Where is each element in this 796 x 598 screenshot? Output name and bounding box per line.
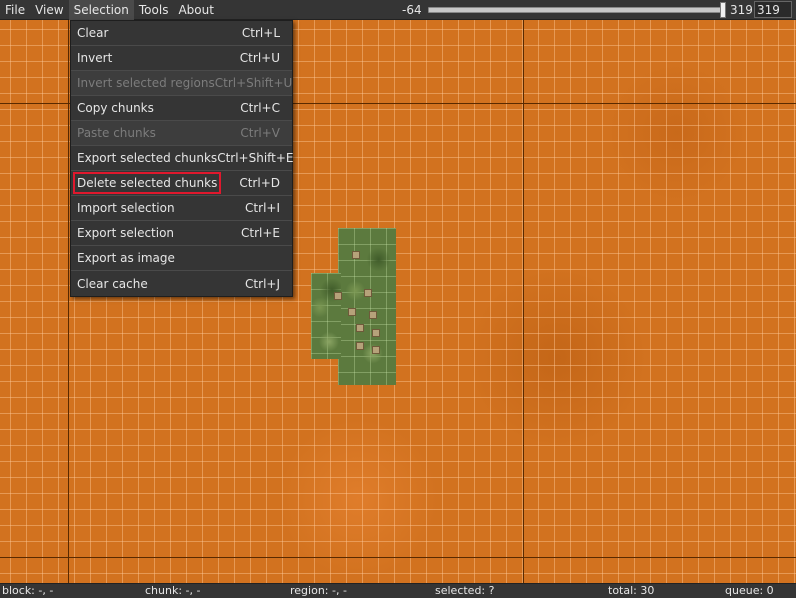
y-max-label: 319: [730, 3, 753, 17]
menu-item-invert[interactable]: Invert Ctrl+U: [71, 46, 292, 71]
structure-icon: [348, 308, 356, 316]
menu-item-shortcut: Ctrl+I: [245, 201, 280, 215]
menu-item-invert-selected-regions: Invert selected regions Ctrl+Shift+U: [71, 71, 292, 96]
menu-item-copy-chunks[interactable]: Copy chunks Ctrl+C: [71, 96, 292, 121]
menu-item-shortcut: Ctrl+J: [245, 276, 280, 291]
menu-item-label: Export selected chunks: [77, 151, 218, 165]
status-region: region: -, -: [290, 584, 347, 597]
menu-item-shortcut: Ctrl+E: [241, 226, 280, 240]
menu-file[interactable]: File: [0, 0, 30, 20]
menu-selection[interactable]: Selection: [68, 0, 134, 20]
menu-item-label: Copy chunks: [77, 101, 154, 115]
top-bar: File View Selection Tools About -64 319: [0, 0, 796, 20]
menu-item-clear[interactable]: Clear Ctrl+L: [71, 21, 292, 46]
menu-item-export-as-image[interactable]: Export as image: [71, 246, 292, 271]
menu-item-label: Export selection: [77, 226, 175, 240]
status-selected: selected: ?: [435, 584, 495, 597]
structure-icon: [356, 342, 364, 350]
y-min-label: -64: [402, 3, 422, 17]
structure-icon: [372, 346, 380, 354]
slider-handle[interactable]: [720, 2, 726, 18]
menu-item-label: Clear: [77, 26, 109, 40]
status-chunk: chunk: -, -: [145, 584, 201, 597]
y-level-input[interactable]: [754, 1, 792, 18]
status-total: total: 30: [608, 584, 655, 597]
structure-icon: [356, 324, 364, 332]
menu-item-shortcut: Ctrl+U: [239, 51, 280, 65]
structure-icon: [369, 311, 377, 319]
structure-icon: [372, 329, 380, 337]
selection-dropdown: Clear Ctrl+L Invert Ctrl+U Invert selected r…: [70, 20, 294, 297]
status-block: block: -, -: [2, 584, 54, 597]
menu-item-shortcut: Ctrl+V: [240, 126, 280, 140]
menu-item-import-selection[interactable]: Import selection Ctrl+I: [71, 196, 292, 221]
menu-item-export-selected-chunks[interactable]: Export selected chunks Ctrl+Shift+E: [71, 146, 294, 171]
y-level-slider[interactable]: [428, 2, 726, 18]
status-queue: queue: 0: [725, 584, 774, 597]
menu-item-shortcut: Ctrl+C: [240, 101, 280, 115]
status-bar: block: -, - chunk: -, - region: -, - sel…: [0, 583, 796, 598]
structure-icon: [352, 251, 360, 259]
menu-item-label: Invert: [77, 51, 113, 65]
region-border: [523, 20, 524, 583]
menu-item-shortcut: Ctrl+L: [241, 26, 280, 40]
menu-item-clear-cache[interactable]: Clear cache Ctrl+J: [71, 271, 292, 296]
menu-item-paste-chunks: Paste chunks Ctrl+V: [71, 121, 292, 146]
menu-tools[interactable]: Tools: [134, 0, 174, 20]
menu-item-label: Import selection: [77, 201, 175, 215]
menu-item-shortcut: Ctrl+Shift+E: [217, 151, 294, 165]
slider-track[interactable]: [428, 7, 726, 13]
menu-item-label: Clear cache: [77, 276, 148, 291]
region-border: [68, 20, 69, 583]
unselected-chunks[interactable]: [338, 228, 396, 385]
menu-about[interactable]: About: [173, 0, 218, 20]
menu-item-label: Export as image: [77, 251, 175, 265]
region-border: [0, 557, 796, 558]
menu-item-label: Paste chunks: [77, 126, 156, 140]
menu-item-delete-selected-chunks[interactable]: Delete selected chunks Ctrl+D: [71, 171, 292, 196]
menu-bar: File View Selection Tools About: [0, 0, 219, 20]
menu-view[interactable]: View: [30, 0, 68, 20]
structure-icon: [334, 292, 342, 300]
unselected-chunks[interactable]: [311, 273, 341, 359]
menu-item-label: Delete selected chunks: [72, 172, 222, 194]
menu-item-label: Invert selected regions: [77, 76, 215, 90]
menu-item-export-selection[interactable]: Export selection Ctrl+E: [71, 221, 292, 246]
menu-item-shortcut: Ctrl+D: [239, 176, 280, 190]
structure-icon: [364, 289, 372, 297]
menu-item-shortcut: Ctrl+Shift+U: [214, 76, 293, 90]
